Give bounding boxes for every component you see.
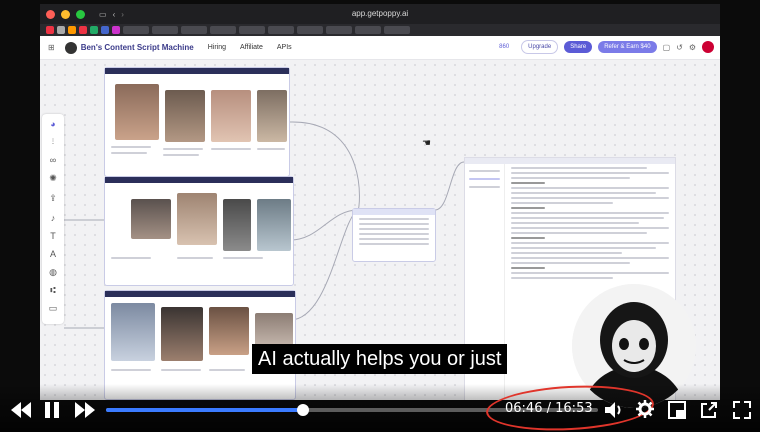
- tab[interactable]: [152, 26, 178, 34]
- fullscreen-icon[interactable]: [733, 401, 751, 419]
- tab[interactable]: [297, 26, 323, 34]
- mindmap-icon[interactable]: ⑆: [47, 284, 59, 296]
- share-out-icon[interactable]: [700, 401, 718, 419]
- tab[interactable]: [326, 26, 352, 34]
- upgrade-button[interactable]: Upgrade: [521, 40, 559, 54]
- tab-icon[interactable]: [101, 26, 109, 34]
- video-thumbnail[interactable]: [131, 199, 171, 239]
- video-caption: AI actually helps you or just: [252, 344, 508, 374]
- node-header: [353, 209, 435, 215]
- history-icon[interactable]: ↺: [676, 43, 683, 52]
- pause-icon[interactable]: [44, 401, 60, 419]
- skip-back-icon[interactable]: [10, 401, 32, 419]
- progress-handle[interactable]: [296, 404, 309, 416]
- volume-icon[interactable]: [604, 401, 624, 419]
- tab[interactable]: [268, 26, 294, 34]
- refer-button[interactable]: Refer & Earn $40: [598, 41, 657, 53]
- avatar[interactable]: [702, 41, 714, 53]
- picture-in-picture-icon[interactable]: [668, 401, 686, 419]
- chat-bubble-icon[interactable]: ◕: [47, 118, 59, 130]
- video-group-card[interactable]: [104, 176, 294, 286]
- tab-icon[interactable]: [112, 26, 120, 34]
- font-icon[interactable]: A: [47, 248, 59, 260]
- text-icon[interactable]: T: [47, 230, 59, 242]
- ai-tool-icon[interactable]: ✺: [47, 172, 59, 184]
- browser-toolbar: ▭ ‹ › app.getpoppy.ai: [40, 4, 720, 24]
- nav-apis[interactable]: APIs: [277, 44, 292, 51]
- hand-cursor-icon: ☚: [422, 138, 431, 149]
- text-node-card[interactable]: [352, 208, 436, 262]
- nav-affiliate[interactable]: Affiliate: [240, 44, 263, 51]
- app-logo: [64, 41, 77, 54]
- video-thumbnail[interactable]: [209, 307, 249, 355]
- tab[interactable]: [181, 26, 207, 34]
- group-header: [105, 177, 293, 183]
- group-header: [105, 68, 289, 74]
- video-thumbnail[interactable]: [177, 193, 217, 245]
- tab-icon[interactable]: [57, 26, 65, 34]
- share-button[interactable]: Share: [564, 41, 593, 53]
- app-header: ⊞ Ben's Content Script Machine Hiring Af…: [40, 36, 720, 60]
- tab[interactable]: [210, 26, 236, 34]
- globe-icon[interactable]: ◍: [47, 266, 59, 278]
- browser-tab-strip: [40, 24, 720, 36]
- document-icon[interactable]: ▢: [663, 43, 671, 52]
- video-thumbnail[interactable]: [257, 199, 291, 251]
- video-thumbnail[interactable]: [211, 90, 251, 142]
- microphone-icon[interactable]: ♪: [47, 212, 59, 224]
- tab[interactable]: [239, 26, 265, 34]
- address-bar[interactable]: app.getpoppy.ai: [40, 9, 720, 18]
- nav-hiring[interactable]: Hiring: [208, 44, 226, 51]
- board-title[interactable]: Ben's Content Script Machine: [81, 43, 194, 52]
- tab-icon[interactable]: [46, 26, 54, 34]
- tab[interactable]: [123, 26, 149, 34]
- grid-menu-icon[interactable]: ⊞: [48, 43, 55, 52]
- tab-icon[interactable]: [79, 26, 87, 34]
- gear-icon[interactable]: [636, 400, 654, 418]
- tab[interactable]: [384, 26, 410, 34]
- tab-icon[interactable]: [68, 26, 76, 34]
- progress-fill: [106, 408, 303, 412]
- tab[interactable]: [355, 26, 381, 34]
- video-frame: ▭ ‹ › app.getpoppy.ai ⊞ Ben's Content Sc…: [0, 0, 760, 432]
- settings-icon[interactable]: ⚙: [689, 43, 696, 52]
- video-group-card[interactable]: [104, 67, 290, 177]
- video-thumbnail[interactable]: [115, 84, 159, 140]
- folder-icon[interactable]: ▭: [47, 302, 59, 314]
- video-thumbnail[interactable]: [165, 90, 205, 142]
- group-header: [105, 291, 295, 297]
- video-thumbnail[interactable]: [223, 199, 251, 251]
- link-icon[interactable]: ∞: [47, 154, 59, 166]
- skip-forward-icon[interactable]: [74, 401, 96, 419]
- tab-icon[interactable]: [90, 26, 98, 34]
- social-sources-icon[interactable]: ⋮: [47, 136, 59, 148]
- credits-count: 860: [499, 44, 510, 50]
- canvas-toolbar: ◕ ⋮ ∞ ✺ ⇪ ♪ T A ◍ ⑆ ▭: [42, 114, 64, 324]
- upload-icon[interactable]: ⇪: [47, 192, 59, 204]
- video-thumbnail[interactable]: [111, 303, 155, 361]
- video-thumbnail[interactable]: [161, 307, 203, 361]
- video-thumbnail[interactable]: [257, 90, 287, 142]
